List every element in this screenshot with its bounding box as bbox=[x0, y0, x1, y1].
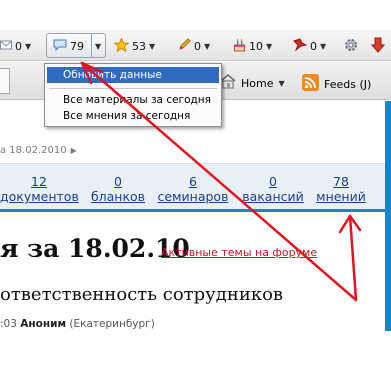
chevron-down-icon[interactable]: ▼ bbox=[266, 42, 272, 51]
chevron-down-icon[interactable]: ▼ bbox=[149, 42, 155, 51]
article-meta: :03 Аноним (Екатеринбург) bbox=[0, 318, 155, 330]
article-title-link[interactable]: ответственность сотрудников bbox=[0, 284, 283, 305]
logout-button[interactable] bbox=[370, 37, 386, 56]
favorites-counter[interactable]: 53 ▼ bbox=[113, 36, 155, 55]
home-bookmark[interactable]: Home ▼ bbox=[220, 74, 285, 92]
cake-icon bbox=[233, 38, 246, 55]
forum-topics-link[interactable]: Активные темы на форуме bbox=[161, 246, 317, 259]
date-breadcrumb: а 18.02.2010 ▶ bbox=[0, 145, 77, 156]
birthdays-counter[interactable]: 10 ▼ bbox=[233, 38, 272, 54]
stats-panel: 12 документов 0 бланков 6 семинаров 0 ваканс… bbox=[0, 164, 385, 212]
menu-separator bbox=[49, 88, 217, 89]
star-icon bbox=[113, 36, 130, 55]
settings-button[interactable] bbox=[343, 38, 359, 54]
comments-button-divider bbox=[91, 33, 92, 58]
window-top bbox=[0, 0, 391, 30]
menu-item-all-opinions-today[interactable]: Все мнения за сегодня bbox=[47, 108, 219, 124]
meta-time: :03 bbox=[0, 318, 17, 330]
speech-bubble-icon bbox=[53, 39, 67, 54]
comments-dropdown-menu: Обновить данные Все материалы за сегодня… bbox=[44, 63, 222, 127]
triangle-right-icon: ▶ bbox=[70, 146, 77, 155]
chevron-down-icon[interactable]: ▼ bbox=[25, 42, 31, 51]
stat-seminars-link[interactable]: 6 семинаров bbox=[155, 174, 231, 204]
stat-documents-link[interactable]: 12 документов bbox=[0, 174, 79, 204]
page-right-accent-bar bbox=[385, 101, 391, 331]
meta-author: Аноним bbox=[20, 318, 67, 330]
pushpin-icon bbox=[293, 38, 308, 54]
edits-counter[interactable]: 0 ▼ bbox=[178, 38, 210, 54]
feeds-bookmark[interactable]: Feeds (J) bbox=[302, 74, 371, 94]
mail-icon bbox=[0, 40, 12, 53]
chevron-down-icon[interactable]: ▼ bbox=[204, 42, 210, 51]
mail-counter[interactable]: 0 ▼ bbox=[0, 38, 31, 54]
gear-icon bbox=[343, 37, 359, 56]
rss-icon bbox=[302, 74, 319, 94]
stat-vacancies-link[interactable]: 0 вакансий bbox=[240, 174, 306, 204]
arrow-down-icon bbox=[370, 37, 386, 56]
chevron-down-icon: ▼ bbox=[95, 41, 102, 51]
comments-counter[interactable]: 79 bbox=[53, 38, 84, 54]
stat-opinions-link[interactable]: 78 мнений bbox=[313, 174, 369, 204]
menu-item-all-materials-today[interactable]: Все материалы за сегодня bbox=[47, 92, 219, 108]
meta-city: (Екатеринбург) bbox=[69, 318, 155, 330]
pencil-icon bbox=[178, 38, 191, 54]
chevron-down-icon[interactable]: ▼ bbox=[278, 79, 284, 88]
toolbar-edge bbox=[0, 68, 10, 94]
pins-counter[interactable]: 0 ▼ bbox=[293, 38, 326, 54]
chevron-down-icon[interactable]: ▼ bbox=[320, 42, 326, 51]
menu-item-refresh[interactable]: Обновить данные bbox=[47, 67, 219, 83]
home-icon bbox=[220, 74, 236, 92]
comments-dropdown-toggle[interactable]: ▼ bbox=[95, 38, 101, 54]
extension-toolbar: 0 ▼ 79 ▼ 53 ▼ 0 ▼ 10 ▼ 0 ▼ bbox=[0, 30, 391, 61]
stat-forms-link[interactable]: 0 бланков bbox=[88, 174, 148, 204]
